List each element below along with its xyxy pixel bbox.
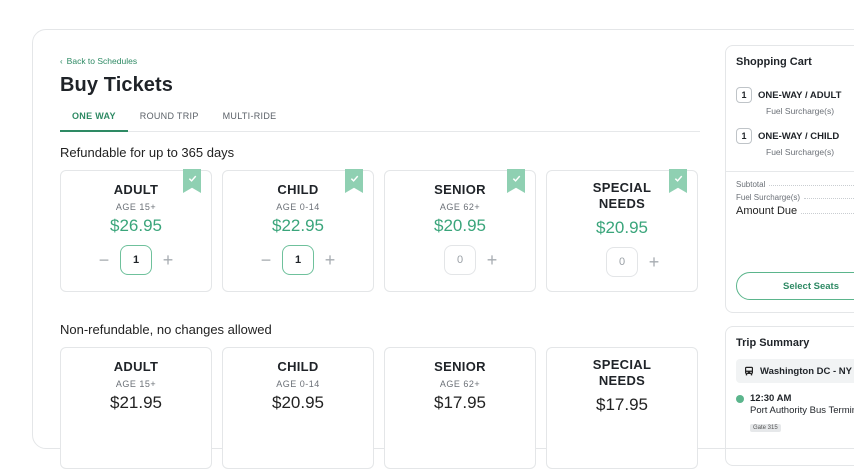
minus-icon[interactable]: − [260,251,272,269]
fare-name-line2: NEEDS [598,373,646,388]
plus-icon[interactable]: + [162,251,174,269]
departure-stop: 12:30 AM Port Authority Bus Terminal Gat… [736,393,854,434]
fare-price: $17.95 [596,395,648,414]
departure-time: 12:30 AM [750,393,792,404]
minus-icon[interactable]: − [98,251,110,269]
fare-price: $20.95 [596,218,648,237]
quantity-stepper: − 1 + [61,245,211,275]
tab-round-trip[interactable]: ROUND TRIP [128,111,211,131]
back-to-schedules-link[interactable]: ‹ Back to Schedules [60,56,700,66]
cart-title: Shopping Cart [736,56,812,68]
sidebar: Shopping Cart 1 ONE-WAY / ADULT Fuel Sur… [725,45,854,466]
trip-summary: Trip Summary Washington DC - NY 12:30 AM… [725,326,854,466]
quantity-field[interactable]: 0 [444,245,476,275]
page-title: Buy Tickets [60,74,174,96]
fare-card-special-needs[interactable]: SPECIAL NEEDS $17.95 [546,347,698,469]
check-icon [188,175,196,182]
ticket-type-tabs: ONE WAY ROUND TRIP MULTI-RIDE [60,111,700,132]
fare-card-special-needs[interactable]: SPECIALNEEDS $20.95 − 0 + [546,169,698,292]
plus-icon[interactable]: + [648,253,660,271]
chevron-left-icon: ‹ [60,56,63,66]
fare-card-adult[interactable]: ADULT AGE 15+ $26.95 − 1 + [60,169,212,292]
dot-leader [769,180,854,186]
quantity-field[interactable]: 1 [120,245,152,275]
cart-item-meta: Fuel Surcharge(s) [766,106,835,116]
fuel-surcharge-label: Fuel Surcharge(s) [736,193,801,202]
cart-item-qty: 1 [736,128,752,144]
nonrefundable-section-title: Non-refundable, no changes allowed [60,322,272,337]
fuel-surcharge-row: Fuel Surcharge(s) [736,193,854,202]
fare-age: AGE 0-14 [276,379,320,389]
fare-price: $21.95 [110,393,162,412]
quantity-field[interactable]: 1 [282,245,314,275]
subtotal-row: Subtotal [736,180,854,189]
fare-card-adult[interactable]: ADULT AGE 15+ $21.95 [60,347,212,469]
shopping-cart: Shopping Cart 1 ONE-WAY / ADULT Fuel Sur… [725,45,854,313]
check-icon [350,175,358,182]
check-icon [512,175,520,182]
fare-age: AGE 15+ [115,379,157,389]
select-seats-button[interactable]: Select Seats [736,272,854,300]
fare-card-child[interactable]: CHILD AGE 0-14 $20.95 [222,347,374,469]
fare-name: SENIOR [434,359,486,374]
buy-tickets-panel: ‹ Back to Schedules Buy Tickets ONE WAY … [60,56,700,469]
quantity-stepper: − 0 + [385,245,535,275]
refundable-section-title: Refundable for up to 365 days [60,145,235,160]
tab-one-way[interactable]: ONE WAY [60,111,128,132]
fare-card-senior[interactable]: SENIOR AGE 62+ $20.95 − 0 + [384,169,536,292]
fare-price: $20.95 [434,216,486,235]
amount-due-label: Amount Due [736,205,798,217]
cart-item-label: ONE-WAY / ADULT [758,89,842,101]
fare-card-senior[interactable]: SENIOR AGE 62+ $17.95 [384,347,536,469]
departure-place: Port Authority Bus Terminal [750,405,854,416]
plus-icon[interactable]: + [324,251,336,269]
trip-summary-title: Trip Summary [736,337,810,349]
fare-name: ADULT [113,359,159,374]
amount-due-row: Amount Due [736,205,854,217]
fare-price: $26.95 [110,216,162,235]
fare-name: SPECIAL NEEDS [547,357,697,389]
fare-name: CHILD [277,359,319,374]
stop-dot-icon [736,395,744,403]
divider [726,171,854,172]
fare-price: $22.95 [272,216,324,235]
fare-age: AGE 15+ [115,202,157,212]
dot-leader [804,193,854,199]
cart-item-label: ONE-WAY / CHILD [758,130,840,142]
fare-age: AGE 0-14 [276,202,320,212]
route-label: Washington DC - NY [760,365,852,377]
fare-price: $17.95 [434,393,486,412]
fare-name-line2: NEEDS [598,196,646,211]
refundable-fare-cards: ADULT AGE 15+ $26.95 − 1 + CHILD AGE 0-1… [60,169,700,292]
fare-age: AGE 62+ [439,202,481,212]
fare-name-line1: SPECIAL [592,357,652,372]
cart-item: 1 ONE-WAY / ADULT [736,87,854,103]
quantity-stepper: − 0 + [547,247,697,277]
nonrefundable-fare-cards: ADULT AGE 15+ $21.95 CHILD AGE 0-14 $20.… [60,347,700,469]
check-icon [674,175,682,182]
fare-name-line1: SPECIAL [592,180,652,195]
dot-leader [801,205,854,214]
cart-item-meta: Fuel Surcharge(s) [766,147,835,157]
fare-price: $20.95 [272,393,324,412]
plus-icon[interactable]: + [486,251,498,269]
cart-item-qty: 1 [736,87,752,103]
quantity-stepper: − 1 + [223,245,373,275]
subtotal-label: Subtotal [736,180,766,189]
route-banner: Washington DC - NY [736,359,854,383]
cart-item: 1 ONE-WAY / CHILD [736,128,854,144]
bus-icon [745,366,753,376]
fare-card-child[interactable]: CHILD AGE 0-14 $22.95 − 1 + [222,169,374,292]
fare-age: AGE 62+ [439,379,481,389]
tab-multi-ride[interactable]: MULTI-RIDE [211,111,289,131]
quantity-field[interactable]: 0 [606,247,638,277]
back-link-label: Back to Schedules [66,56,138,66]
